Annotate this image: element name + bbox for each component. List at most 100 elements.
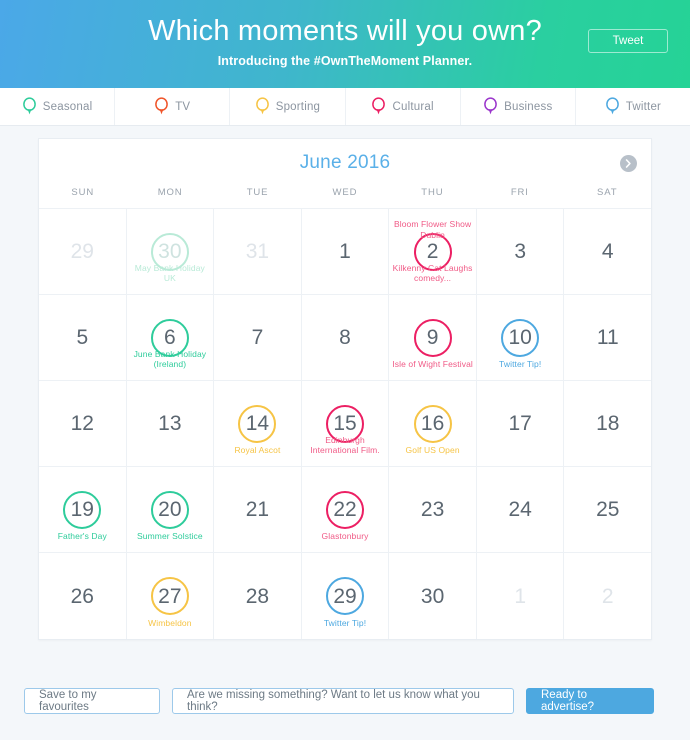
event-label-below: Royal Ascot [234, 445, 281, 456]
ready-to-advertise-button[interactable]: Ready to advertise? [526, 688, 654, 714]
event-label-below: Isle of Wight Festival [392, 359, 473, 370]
calendar-day-cell[interactable]: 12 [39, 381, 127, 467]
legend-item-seasonal[interactable]: Seasonal [0, 88, 116, 125]
calendar-day-cell[interactable]: 18 [564, 381, 652, 467]
calendar-day-cell[interactable]: 20 Summer Solstice [126, 467, 215, 553]
feedback-button[interactable]: Are we missing something? Want to let us… [172, 688, 514, 714]
calendar-week-row: 12 13 14 Royal Ascot 15 Edinburgh Internation… [39, 381, 652, 467]
calendar-day-cell[interactable]: 11 [564, 295, 652, 381]
balloon-icon [605, 97, 619, 115]
calendar-day-cell[interactable]: 23 [389, 467, 477, 553]
event-label-below: Summer Solstice [136, 531, 203, 542]
calendar-week-row: 5 6 June Bank Holiday (Ireland) 7 8 9 Isle of … [39, 295, 652, 381]
day-header-tue: TUE [246, 187, 269, 198]
day-header-thu: THU [421, 187, 444, 198]
calendar-day-cell[interactable]: Bloom Flower Show Dublin 2 Kilkenny Cat La… [389, 209, 477, 295]
day-number: 23 [420, 498, 445, 521]
day-number: 25 [596, 498, 620, 521]
legend-item-label: Sporting [275, 100, 321, 113]
legend-item-twitter[interactable]: Twitter [576, 88, 690, 125]
day-header-sat: SAT [597, 187, 618, 198]
calendar-day-cell[interactable]: 13 [126, 381, 215, 467]
tweet-button[interactable]: Tweet [588, 29, 668, 53]
day-number: 5 [76, 326, 89, 349]
legend-item-label: TV [175, 100, 191, 113]
page-subtitle: Introducing the #OwnTheMoment Planner. [217, 54, 473, 69]
day-number: 16 [413, 404, 452, 443]
day-header-wed: WED [332, 187, 358, 198]
calendar-day-cell[interactable]: 15 Edinburgh International Film. [301, 381, 390, 467]
balloon-icon [255, 97, 269, 115]
calendar-day-cell[interactable]: 28 [214, 553, 302, 639]
calendar-day-cell[interactable]: 8 [301, 295, 390, 381]
event-label-below: Golf US Open [405, 445, 460, 456]
calendar-day-cell[interactable]: 3 [476, 209, 565, 295]
event-label-below: Twitter Tip! [323, 618, 367, 629]
calendar-day-cell[interactable]: 19 Father's Day [39, 467, 127, 553]
day-of-week-header: SUN MON TUE WED THU FRI SAT [39, 187, 651, 208]
day-header-sun: SUN [71, 187, 95, 198]
day-number: 27 [150, 577, 189, 615]
day-number: 24 [508, 498, 532, 521]
day-number: 11 [596, 326, 619, 349]
day-number: 1 [514, 584, 527, 608]
hero-content: Which moments will you own? Introducing … [0, 0, 690, 88]
day-number: 18 [596, 412, 620, 435]
day-number: 22 [326, 490, 365, 529]
event-label-below: Father's Day [57, 531, 107, 542]
calendar-day-cell[interactable]: 5 [39, 295, 127, 381]
calendar-day-cell[interactable]: 9 Isle of Wight Festival [389, 295, 477, 381]
calendar-day-cell[interactable]: 10 Twitter Tip! [476, 295, 565, 381]
legend-item-business[interactable]: Business [461, 88, 576, 125]
legend-item-tv[interactable]: TV [115, 88, 231, 125]
legend-item-cultural[interactable]: Cultural [346, 88, 461, 125]
calendar-day-cell[interactable]: 1 [477, 553, 565, 639]
calendar-week-row: 26 27 Wimbeldon 28 29 Twitter Tip! 30 1 2 [39, 553, 651, 639]
chevron-right-icon [625, 159, 631, 168]
day-number: 26 [70, 584, 94, 608]
day-number: 30 [420, 584, 445, 608]
save-favourites-button[interactable]: Save to my favourites [24, 688, 160, 714]
day-number: 19 [63, 490, 102, 529]
balloon-icon [155, 97, 169, 115]
day-number: 14 [238, 404, 277, 443]
day-number: 4 [601, 240, 614, 263]
calendar-day-cell[interactable]: 26 [39, 553, 127, 639]
calendar-day-cell[interactable]: 29 Twitter Tip! [302, 553, 390, 639]
calendar-day-cell[interactable]: 30 [389, 553, 477, 639]
calendar-day-cell[interactable]: 22 Glastonbury [301, 467, 390, 553]
calendar-day-cell[interactable]: 17 [476, 381, 565, 467]
calendar-day-cell[interactable]: 1 [301, 209, 390, 295]
calendar-day-cell[interactable]: 6 June Bank Holiday (Ireland) [126, 295, 215, 381]
legend-item-label: Seasonal [42, 100, 93, 113]
event-label-below: June Bank Holiday (Ireland) [133, 348, 207, 370]
calendar-day-cell[interactable]: 24 [476, 467, 565, 553]
calendar-day-cell[interactable]: 31 [214, 209, 302, 295]
calendar-day-cell[interactable]: 25 [564, 467, 652, 553]
day-number: 17 [508, 412, 532, 435]
legend-item-label: Twitter [625, 100, 662, 113]
balloon-icon [22, 97, 36, 115]
day-header-mon: MON [157, 187, 183, 198]
legend-item-label: Cultural [392, 100, 434, 113]
next-month-button[interactable] [620, 155, 637, 172]
day-number: 13 [158, 412, 182, 435]
calendar-day-cell[interactable]: 2 [564, 553, 651, 639]
day-number: 12 [70, 412, 94, 435]
calendar-day-cell[interactable]: 27 Wimbeldon [127, 553, 215, 639]
event-label-below: May Bank Holiday UK [134, 262, 205, 284]
calendar-day-cell[interactable]: 7 [214, 295, 302, 381]
event-label-below: Edinburgh International Film. [310, 434, 380, 456]
day-number: 3 [514, 240, 527, 263]
calendar-day-cell[interactable]: 4 [564, 209, 652, 295]
legend-item-sporting[interactable]: Sporting [230, 88, 346, 125]
calendar-day-cell[interactable]: 14 Royal Ascot [214, 381, 302, 467]
calendar-day-cell[interactable]: 29 [39, 209, 127, 295]
calendar-day-cell[interactable]: 30 May Bank Holiday UK [126, 209, 215, 295]
day-number: 10 [501, 318, 540, 357]
calendar-day-cell[interactable]: 21 [214, 467, 302, 553]
calendar-header: June 2016 [39, 139, 651, 187]
page-title: Which moments will you own? [148, 14, 542, 47]
calendar-day-cell[interactable]: 16 Golf US Open [389, 381, 477, 467]
calendar-grid: 29 30 May Bank Holiday UK 31 1 Bloom Flower S… [39, 208, 652, 639]
